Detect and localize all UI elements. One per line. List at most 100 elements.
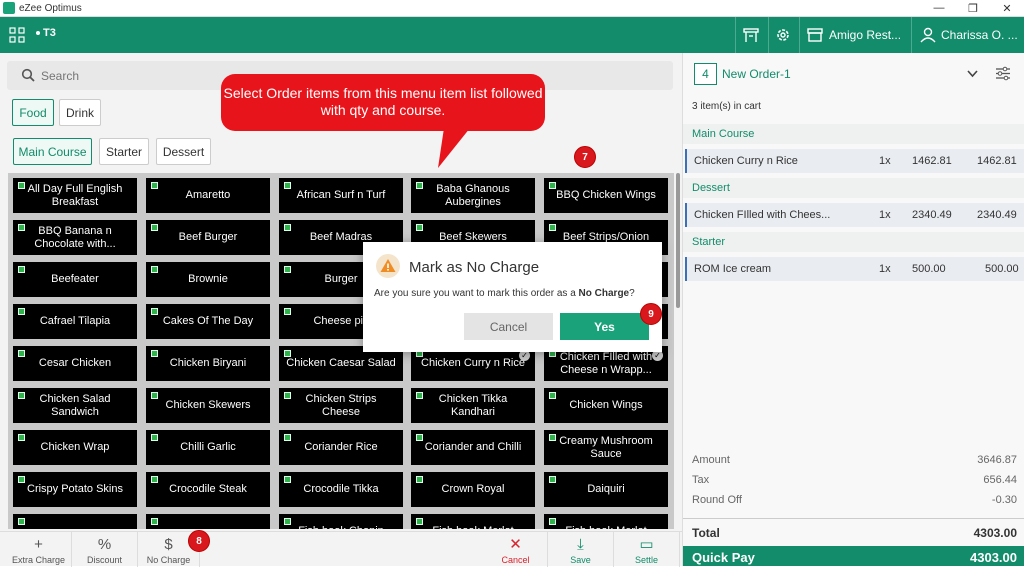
menu-item[interactable]: Crocodile Steak [146, 472, 270, 507]
menu-item[interactable]: Beefeater [13, 262, 137, 297]
order-line[interactable]: Chicken FIlled with Chees... 1x 2340.49 … [685, 203, 1024, 227]
user-name[interactable]: Charissa O. ... [941, 28, 1018, 42]
menu-item[interactable]: Beef Burger [146, 220, 270, 255]
extra-charge-label: Extra Charge [11, 555, 66, 565]
yes-button[interactable]: Yes [560, 313, 649, 340]
total-value: 4303.00 [973, 526, 1017, 540]
chevron-down-icon[interactable] [967, 70, 978, 78]
download-icon: ⤓ [577, 536, 584, 553]
menu-item[interactable]: Chicken Skewers [146, 388, 270, 423]
order-line[interactable]: ROM Ice cream 1x 500.00 500.00 [685, 257, 1024, 281]
menu-item-label: Creamy Mushroom Sauce [559, 434, 653, 460]
menu-item-label: Chicken Salad Sandwich [39, 392, 111, 418]
order-line[interactable]: Chicken Curry n Rice 1x 1462.81 1462.81 [685, 149, 1024, 173]
quick-pay-button[interactable]: Quick Pay 4303.00 [683, 546, 1024, 566]
menu-item-label: Fish hook Chopin [298, 525, 384, 529]
menu-item-label: Chicken FIlled with Cheese n Wrapp... [559, 350, 653, 376]
menu-item[interactable]: Chicken Strips Cheese [279, 388, 403, 423]
settle-button[interactable]: ▭ Settle [614, 532, 680, 567]
menu-item-label: Amaretto [185, 189, 231, 201]
search-icon [21, 68, 35, 82]
veg-indicator-icon [151, 392, 158, 399]
menu-item-label: Chilli Garlic [180, 441, 236, 453]
table-tab[interactable]: T3 [36, 27, 56, 39]
restaurant-name[interactable]: Amigo Rest... [829, 28, 901, 42]
grid-menu-icon[interactable] [9, 27, 25, 43]
menu-item[interactable] [146, 514, 270, 529]
filter-settings-icon[interactable] [995, 66, 1011, 81]
menu-item[interactable]: Chicken Tikka Kandhari [411, 388, 535, 423]
course-tab-dessert[interactable]: Dessert [156, 138, 211, 165]
menu-scrollbar[interactable] [676, 173, 680, 308]
veg-indicator-icon [549, 224, 556, 231]
settle-label: Settle [634, 555, 658, 565]
menu-item[interactable]: Coriander and Chilli [411, 430, 535, 465]
menu-item[interactable]: Chicken Wings [544, 388, 668, 423]
menu-item[interactable]: Fish hook Merlot [544, 514, 668, 529]
menu-item-label: All Day Full English Breakfast [27, 182, 123, 208]
table-layout-icon[interactable] [742, 26, 760, 44]
tax-label: Tax [692, 474, 710, 486]
menu-item[interactable]: Brownie [146, 262, 270, 297]
menu-item[interactable]: Crocodile Tikka [279, 472, 403, 507]
discount-button[interactable]: % Discount [72, 532, 138, 567]
course-tab-starter[interactable]: Starter [99, 138, 149, 165]
veg-indicator-icon [284, 224, 291, 231]
menu-item[interactable]: Crispy Potato Skins [13, 472, 137, 507]
menu-item[interactable]: Chicken Wrap [13, 430, 137, 465]
menu-item[interactable]: Daiquiri [544, 472, 668, 507]
minimize-button[interactable]: — [922, 2, 956, 15]
menu-item[interactable]: BBQ Banana n Chocolate with... [13, 220, 137, 255]
menu-item[interactable]: BBQ Chicken Wings [544, 178, 668, 213]
menu-item[interactable]: Fish hook Merlot [411, 514, 535, 529]
menu-item[interactable]: Coriander Rice [279, 430, 403, 465]
order-line-amount: 2340.49 [977, 209, 1017, 221]
order-line-qty: 1x [879, 155, 891, 167]
dialog-message-text: Are you sure you want to mark this order… [374, 288, 579, 299]
gear-icon[interactable] [774, 26, 792, 44]
menu-item[interactable]: Creamy Mushroom Sauce [544, 430, 668, 465]
menu-item[interactable]: Crown Royal [411, 472, 535, 507]
menu-item-label: Coriander Rice [304, 441, 378, 453]
cancel-button[interactable]: Cancel [464, 313, 553, 340]
category-tab-drink[interactable]: Drink [59, 99, 101, 126]
order-line-item: Chicken Curry n Rice [694, 155, 798, 167]
total-label: Total [692, 526, 720, 540]
menu-item-label: Cheese piz [313, 315, 369, 327]
save-button[interactable]: ⤓ Save [548, 532, 614, 567]
veg-indicator-icon [549, 392, 556, 399]
menu-item[interactable]: Fish hook Chopin [279, 514, 403, 529]
close-window-button[interactable]: ✕ [990, 2, 1024, 15]
menu-item[interactable]: Chicken Biryani [146, 346, 270, 381]
course-tab-main[interactable]: Main Course [13, 138, 92, 165]
veg-indicator-icon [18, 266, 25, 273]
percent-icon: % [97, 536, 112, 553]
order-number[interactable]: 4 [694, 63, 717, 85]
menu-item-label: Chicken Strips Cheese [305, 392, 377, 418]
menu-item[interactable]: Cakes Of The Day [146, 304, 270, 339]
menu-item[interactable]: All Day Full English Breakfast [13, 178, 137, 213]
veg-indicator-icon [284, 350, 291, 357]
quick-pay-label: Quick Pay [692, 550, 755, 565]
extra-charge-button[interactable]: + Extra Charge [6, 532, 72, 567]
menu-item[interactable]: African Surf n Turf [279, 178, 403, 213]
amount-label: Amount [692, 454, 730, 466]
card-icon: ▭ [639, 536, 654, 553]
menu-item-label: Chicken Skewers [165, 399, 251, 411]
menu-item[interactable]: Chilli Garlic [146, 430, 270, 465]
menu-item[interactable]: Baba Ghanous Aubergines [411, 178, 535, 213]
veg-indicator-icon [18, 308, 25, 315]
menu-item[interactable]: Cesar Chicken [13, 346, 137, 381]
menu-item[interactable]: Amaretto [146, 178, 270, 213]
callout-pointer [438, 128, 470, 168]
cancel-order-button[interactable]: ✕ Cancel [484, 532, 548, 567]
top-bar: T3 Amigo Rest... Charissa O. ... [0, 17, 1024, 53]
maximize-button[interactable]: ❐ [956, 2, 990, 15]
menu-item[interactable] [13, 514, 137, 529]
order-name: New Order-1 [722, 67, 791, 81]
total-row: Total 4303.00 [683, 518, 1024, 544]
category-tab-food[interactable]: Food [12, 99, 54, 126]
save-label: Save [570, 555, 591, 565]
menu-item[interactable]: Chicken Salad Sandwich [13, 388, 137, 423]
menu-item[interactable]: Cafrael Tilapia [13, 304, 137, 339]
